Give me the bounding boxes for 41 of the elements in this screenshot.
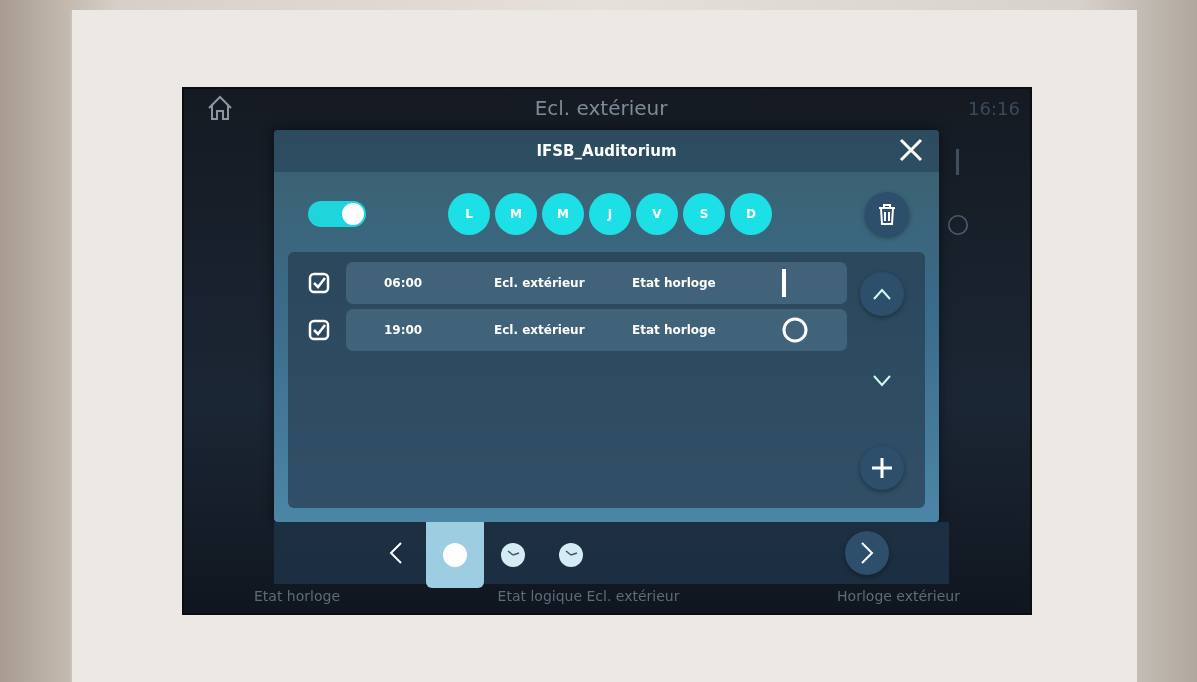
day-toggle[interactable]: J xyxy=(589,193,631,235)
day-toggle[interactable]: S xyxy=(683,193,725,235)
clock-time: 16:16 xyxy=(968,96,1020,121)
day-toggle[interactable]: V xyxy=(636,193,678,235)
entry-text: Ecl. extérieur xyxy=(494,275,586,292)
tile-label: Horloge extérieur xyxy=(837,587,960,606)
screen-title: Ecl. extérieur xyxy=(534,95,668,122)
chevron-up-icon xyxy=(872,288,892,300)
dot-icon xyxy=(442,542,468,568)
clock-icon xyxy=(500,542,526,568)
checkbox[interactable] xyxy=(308,272,330,294)
next-button[interactable] xyxy=(845,531,889,575)
close-button[interactable] xyxy=(897,136,925,164)
day-toggle[interactable]: L xyxy=(448,193,490,235)
circle-icon xyxy=(948,215,968,235)
toggle-switch[interactable] xyxy=(308,201,366,227)
plus-icon xyxy=(871,457,893,479)
delete-button[interactable] xyxy=(865,192,909,236)
add-button[interactable] xyxy=(860,446,904,490)
trash-icon xyxy=(877,203,897,225)
home-button[interactable] xyxy=(206,94,234,122)
checkbox[interactable] xyxy=(308,319,330,341)
scroll-up-button[interactable] xyxy=(860,272,904,316)
entry-text: Etat horloge xyxy=(632,322,717,339)
chevron-down-icon xyxy=(872,375,892,387)
entry-text: 19:00 xyxy=(384,322,424,339)
chevron-left-icon xyxy=(389,541,403,565)
day-toggle[interactable]: M xyxy=(495,193,537,235)
chevron-right-icon xyxy=(860,541,874,565)
tile-label: Etat horloge xyxy=(254,587,340,606)
day-toggle[interactable]: D xyxy=(730,193,772,235)
entry-text: 06:00 xyxy=(384,275,424,292)
day-toggle[interactable]: M xyxy=(542,193,584,235)
entry-text: Etat horloge xyxy=(632,275,717,292)
schedule-entry[interactable]: 19:00 Ecl. extérieur Etat horloge xyxy=(346,309,847,351)
tile-label: Etat logique Ecl. extérieur xyxy=(497,587,680,606)
bar-icon xyxy=(956,149,960,175)
schedule-entry[interactable]: 06:00 Ecl. extérieur Etat horloge xyxy=(346,262,847,304)
dialog-title: IFSB_Auditorium xyxy=(536,140,677,162)
clock-icon xyxy=(558,542,584,568)
entry-text: Ecl. extérieur xyxy=(494,322,586,339)
